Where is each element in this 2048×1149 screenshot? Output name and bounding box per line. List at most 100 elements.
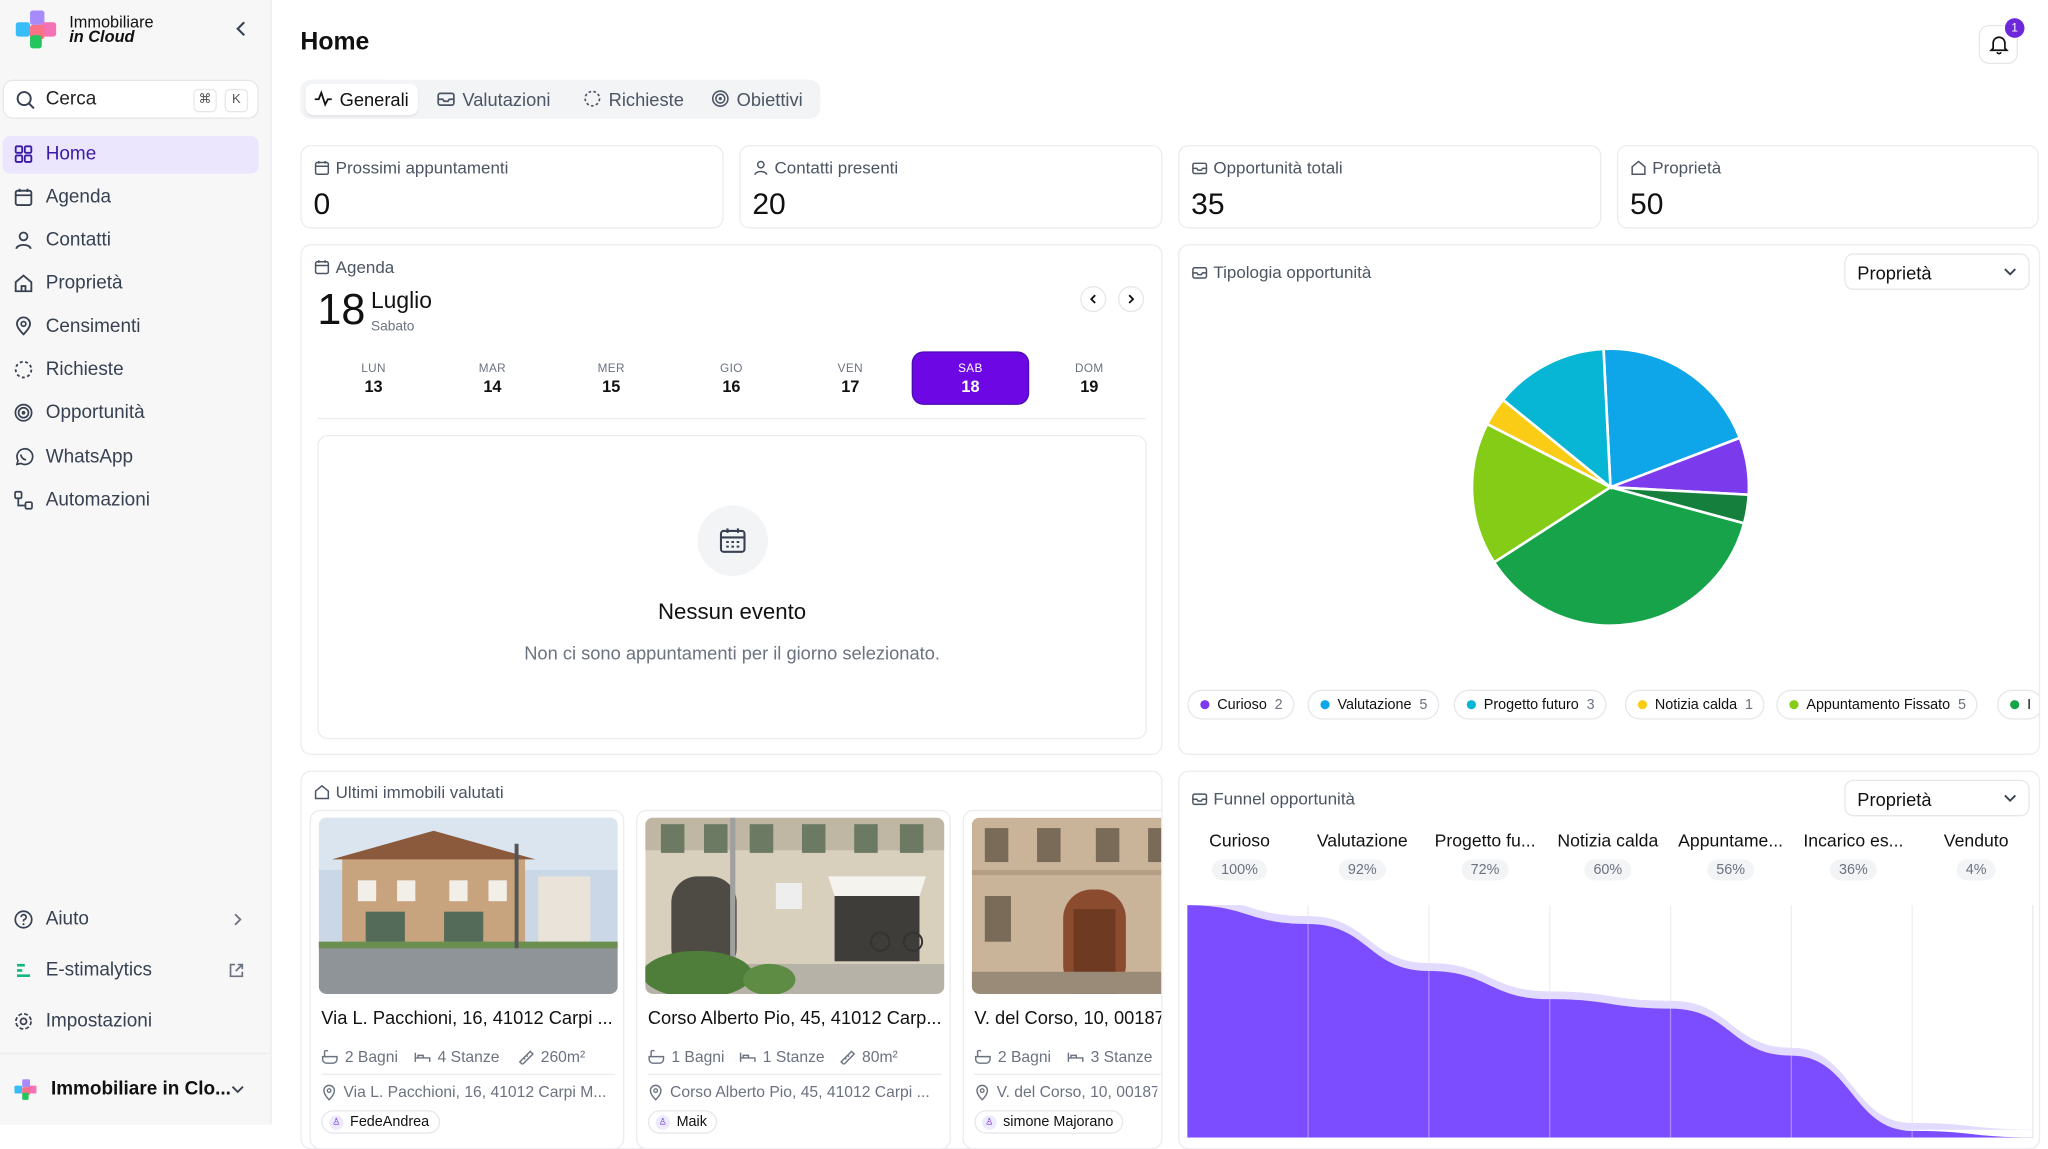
sidebar-item-censimenti[interactable]: Censimenti: [3, 308, 259, 346]
property-address: V. del Corso, 10, 00187: [974, 1083, 1157, 1101]
tab-obiettivi[interactable]: Obiettivi: [703, 84, 815, 115]
sidebar-item-e-stimalytics[interactable]: E-stimalytics: [3, 952, 259, 990]
sidebar-item-home[interactable]: Home: [2, 135, 259, 174]
legend-name: Notizia calda: [1654, 696, 1738, 713]
agent-name: simone Majorano: [1003, 1114, 1114, 1130]
gear-icon: [15, 1012, 32, 1030]
legend-item-progetto-futuro[interactable]: Progetto futuro 3: [1453, 689, 1607, 720]
funnel-stage-name: Progetto fu...: [1434, 830, 1536, 851]
brand-logo[interactable]: Immobiliare in Cloud: [15, 10, 154, 49]
prev-week-button[interactable]: [1080, 286, 1107, 313]
sidebar-item-whatsapp[interactable]: WhatsApp: [3, 439, 259, 477]
funnel-stage: Appuntame... 56%: [1671, 831, 1791, 881]
main-content: Home 1 Generali Valutazioni Richieste Ob…: [272, 0, 2048, 1149]
funnel-stage: Progetto fu... 72%: [1425, 831, 1545, 881]
property-agent-chip[interactable]: ♙ Maik: [647, 1110, 718, 1134]
day-sat-selected[interactable]: SAB 18: [912, 352, 1028, 404]
funnel-stage-name: Appuntame...: [1678, 830, 1784, 851]
sidebar-item-label: Home: [45, 143, 97, 165]
account-switcher[interactable]: Immobiliare in Clo...: [0, 1052, 271, 1126]
legend-name: Appuntamento Fissato: [1806, 696, 1951, 713]
day-thu[interactable]: GIO 16: [674, 353, 789, 404]
tab-label: Richieste: [608, 88, 684, 110]
tab-valutazioni[interactable]: Valutazioni: [428, 84, 559, 115]
property-title: V. del Corso, 10, 00187: [974, 1007, 1163, 1028]
next-week-button[interactable]: [1118, 286, 1145, 313]
sidebar-item-contatti[interactable]: Contatti: [3, 222, 259, 260]
legend-item-valutazione[interactable]: Valutazione 5: [1307, 689, 1440, 720]
property-card[interactable]: Via L. Pacchioni, 16, 41012 Carpi ... 2 …: [309, 809, 625, 1149]
legend-item-curioso[interactable]: Curioso 2: [1187, 689, 1295, 720]
funnel-stage-percent: 60%: [1584, 859, 1632, 881]
bell-icon: [1989, 36, 2009, 55]
funnel-card: Funnel opportunità Proprietà Curioso 100%…: [1178, 770, 2041, 1149]
funnel-area[interactable]: [1187, 905, 2034, 1138]
property-card[interactable]: Corso Alberto Pio, 45, 41012 Carp... 1 B…: [636, 809, 951, 1149]
sidebar-item-automazioni[interactable]: Automazioni: [3, 482, 259, 520]
legend-item-notizia-calda[interactable]: Notizia calda 1: [1624, 689, 1765, 720]
shortcut-k-key: K: [224, 88, 249, 113]
property-divider: [974, 1073, 1162, 1075]
sidebar-item-agenda[interactable]: Agenda: [3, 179, 259, 217]
legend-count: 5: [1419, 696, 1428, 713]
tabs-bar: Generali Valutazioni Richieste Obiettivi: [300, 79, 821, 119]
property-agent-chip[interactable]: ♙ simone Majorano: [974, 1110, 1124, 1134]
stat-label-text: Opportunità totali: [1213, 158, 1343, 178]
sidebar-item-aiuto[interactable]: Aiuto: [3, 901, 259, 939]
logo-icon: [15, 10, 57, 49]
agent-avatar: ♙: [655, 1114, 671, 1130]
funnel-stage-name: Incarico es...: [1803, 830, 1904, 851]
tab-generali[interactable]: Generali: [305, 83, 418, 115]
notifications-button[interactable]: 1: [1978, 18, 2025, 64]
collapse-sidebar-button[interactable]: [230, 17, 254, 41]
property-agent-chip[interactable]: ♙ FedeAndrea: [321, 1110, 440, 1134]
property-photo: [971, 817, 1162, 994]
search-input[interactable]: Cerca ⌘ K: [2, 79, 259, 119]
empty-events-panel: Nessun evento Non ci sono appuntamenti p…: [317, 434, 1147, 740]
legend-item-truncated[interactable]: I: [1997, 689, 2039, 720]
agenda-label-text: Agenda: [335, 257, 395, 277]
funnel-stage: Venduto 4%: [1916, 831, 2036, 881]
property-address: Via L. Pacchioni, 16, 41012 Carpi M...: [321, 1083, 616, 1101]
property-photo: [645, 817, 945, 994]
day-tue[interactable]: MAR 14: [435, 353, 550, 404]
legend-count: 5: [1957, 696, 1966, 713]
sidebar-item-label: Agenda: [45, 186, 112, 208]
day-number: 13: [364, 377, 383, 396]
legend-dot: [1466, 700, 1476, 710]
sidebar-item-impostazioni[interactable]: Impostazioni: [3, 1003, 259, 1041]
property-card[interactable]: V. del Corso, 10, 00187 2 Bagni 3 Stanze…: [962, 809, 1163, 1149]
dashed-circle-icon: [584, 90, 601, 107]
sidebar-item-label: WhatsApp: [45, 446, 134, 468]
day-wed[interactable]: MER 15: [554, 353, 669, 404]
sidebar-item-opportunita[interactable]: Opportunità: [3, 394, 259, 432]
bath-icon: [974, 1049, 991, 1064]
day-number: 16: [722, 377, 741, 396]
tab-richieste[interactable]: Richieste: [575, 84, 695, 115]
immobili-label-text: Ultimi immobili valutati: [335, 782, 504, 802]
chevron-right-icon: [1128, 294, 1135, 304]
ruler-icon: [518, 1050, 534, 1065]
calendar-icon: [719, 528, 746, 553]
day-fri[interactable]: VEN 17: [793, 353, 908, 404]
property-rooms: 4 Stanze: [414, 1048, 499, 1066]
stat-value: 35: [1191, 186, 1225, 221]
whatsapp-icon: [15, 447, 34, 466]
feature-text: 2 Bagni: [344, 1047, 398, 1066]
legend-dot: [1200, 700, 1210, 710]
calendar-icon: [314, 160, 330, 175]
selected-weekday: Sabato: [370, 318, 415, 335]
dropdown-value: Proprietà: [1857, 788, 1932, 810]
agenda-card: Agenda 18 Luglio Sabato LUN 13 MAR 14 MER 1…: [300, 244, 1163, 755]
legend-dot: [1637, 700, 1648, 710]
sidebar-item-proprieta[interactable]: Proprietà: [3, 265, 259, 303]
sidebar-item-richieste[interactable]: Richieste: [3, 351, 259, 389]
day-mon[interactable]: LUN 13: [316, 353, 431, 404]
stat-label: Proprietà: [1630, 158, 1721, 178]
funnel-filter-dropdown[interactable]: Proprietà: [1844, 779, 2030, 817]
feature-text: 3 Stanze: [1090, 1047, 1153, 1066]
day-sun[interactable]: DOM 19: [1032, 353, 1147, 404]
target-icon: [711, 90, 729, 107]
stat-label: Prossimi appuntamenti: [313, 158, 508, 178]
legend-item-appuntamento-fissato[interactable]: Appuntamento Fissato 5: [1776, 689, 1978, 720]
